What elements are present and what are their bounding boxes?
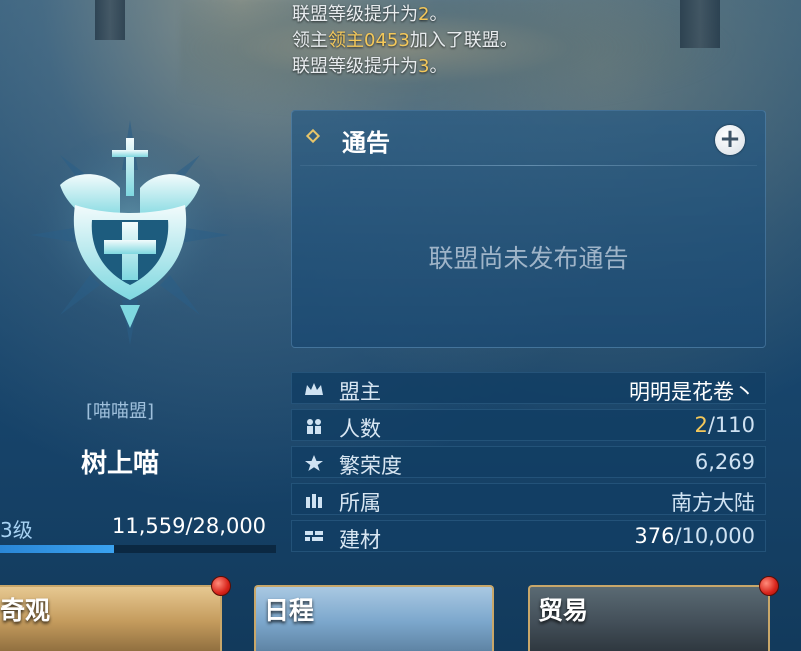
info-value: 明明是花卷丶 bbox=[629, 380, 755, 404]
alliance-tag: [喵喵盟] bbox=[85, 401, 155, 422]
card-title: 日程 bbox=[264, 596, 315, 625]
info-value: 6,269 bbox=[694, 450, 755, 474]
plus-circle-icon[interactable]: + bbox=[715, 125, 745, 155]
info-label: 建材 bbox=[339, 528, 381, 552]
log-line: 领主领主0453加入了联盟。 bbox=[292, 30, 518, 51]
alliance-level: 3级 bbox=[0, 518, 33, 542]
info-row-members[interactable]: 人数 2/110 bbox=[291, 409, 766, 441]
diamond-icon bbox=[305, 128, 321, 144]
crown-icon bbox=[304, 380, 324, 398]
divider bbox=[300, 165, 757, 166]
alliance-name: 树上喵 bbox=[80, 449, 159, 479]
log-line: 联盟等级提升为2。 bbox=[292, 4, 448, 25]
bricks-icon bbox=[304, 528, 324, 546]
alliance-exp-fill bbox=[0, 545, 114, 553]
notification-badge bbox=[759, 576, 779, 596]
card-title: 奇观 bbox=[0, 596, 51, 625]
alliance-emblem-icon[interactable] bbox=[20, 110, 240, 350]
info-row-region[interactable]: 所属 南方大陆 bbox=[291, 483, 766, 515]
info-row-leader[interactable]: 盟主 明明是花卷丶 bbox=[291, 372, 766, 404]
notice-panel: 通告 + 联盟尚未发布通告 bbox=[291, 110, 766, 348]
info-label: 人数 bbox=[339, 417, 381, 441]
log-line: 联盟等级提升为3。 bbox=[292, 56, 448, 77]
background-pillar bbox=[680, 0, 720, 48]
people-icon bbox=[304, 417, 324, 435]
notification-badge bbox=[211, 576, 231, 596]
notice-title: 通告 bbox=[342, 129, 390, 157]
star-icon bbox=[304, 454, 324, 472]
info-value: 2/110 bbox=[694, 413, 755, 437]
card-wonder[interactable]: 奇观 bbox=[0, 585, 222, 651]
info-label: 所属 bbox=[339, 491, 381, 515]
background-pillar bbox=[95, 0, 125, 40]
castle-icon bbox=[304, 491, 324, 509]
info-label: 繁荣度 bbox=[339, 454, 402, 478]
info-value: 376/10,000 bbox=[634, 524, 755, 548]
card-trade[interactable]: 贸易 bbox=[528, 585, 770, 651]
info-row-prosperity[interactable]: 繁荣度 6,269 bbox=[291, 446, 766, 478]
info-label: 盟主 bbox=[339, 380, 381, 404]
alliance-exp: 11,559/28,000 bbox=[112, 514, 267, 538]
notice-empty-text: 联盟尚未发布通告 bbox=[428, 244, 629, 273]
alliance-info: 盟主 明明是花卷丶 人数 2/110 繁荣度 6,269 所属 南方大陆 建材 … bbox=[291, 372, 766, 557]
info-row-materials[interactable]: 建材 376/10,000 bbox=[291, 520, 766, 552]
info-value: 南方大陆 bbox=[671, 491, 755, 515]
card-title: 贸易 bbox=[538, 596, 589, 625]
alliance-log: 联盟等级提升为2。 领主领主0453加入了联盟。 联盟等级提升为3。 bbox=[292, 2, 518, 80]
alliance-exp-bar bbox=[0, 545, 276, 553]
card-schedule[interactable]: 日程 bbox=[254, 585, 494, 651]
